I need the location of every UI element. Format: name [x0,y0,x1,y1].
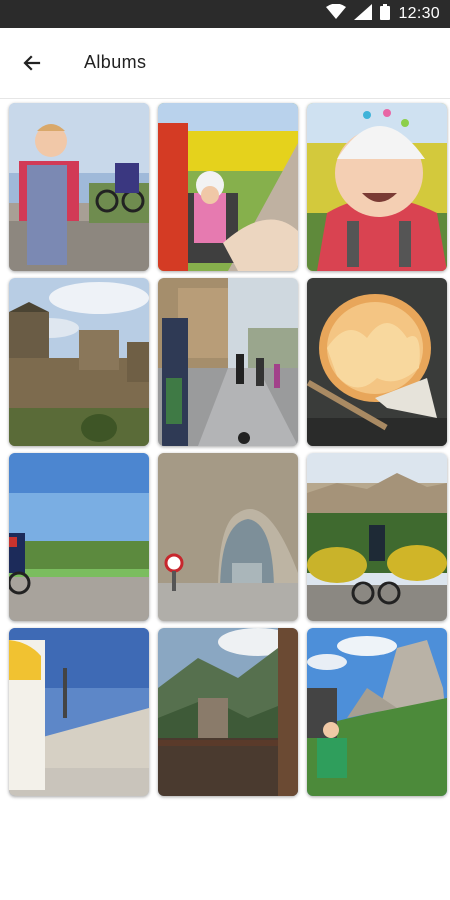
album-thumbnail-child-in-field[interactable] [158,103,298,271]
status-time: 12:30 [398,5,440,22]
app-bar-divider [0,98,450,99]
album-thumbnail-rock-tunnel[interactable] [158,453,298,621]
app-bar: Albums [0,28,450,98]
wifi-icon [326,3,347,25]
back-button[interactable] [14,45,50,81]
page-title: Albums [84,52,147,72]
album-thumbnail-mountain-summit-sign[interactable] [9,628,149,796]
battery-icon [380,3,391,25]
album-thumbnail-cyclist-road[interactable] [9,453,149,621]
album-thumbnail-castle-ruins[interactable] [9,278,149,446]
album-thumbnail-child-with-bike[interactable] [9,103,149,271]
album-thumbnail-cyclist-village[interactable] [307,453,447,621]
arrow-left-icon [23,55,41,71]
album-thumbnail-rocky-peak-hikers[interactable] [307,628,447,796]
status-icons: 12:30 [326,0,440,28]
album-thumbnail-village-street[interactable] [158,278,298,446]
signal-icon [354,3,373,25]
album-thumbnail-mountain-view-railing[interactable] [158,628,298,796]
album-thumbnail-smiling-child-helmet[interactable] [307,103,447,271]
album-thumbnail-apple-tart[interactable] [307,278,447,446]
status-bar: 12:30 [0,0,450,28]
